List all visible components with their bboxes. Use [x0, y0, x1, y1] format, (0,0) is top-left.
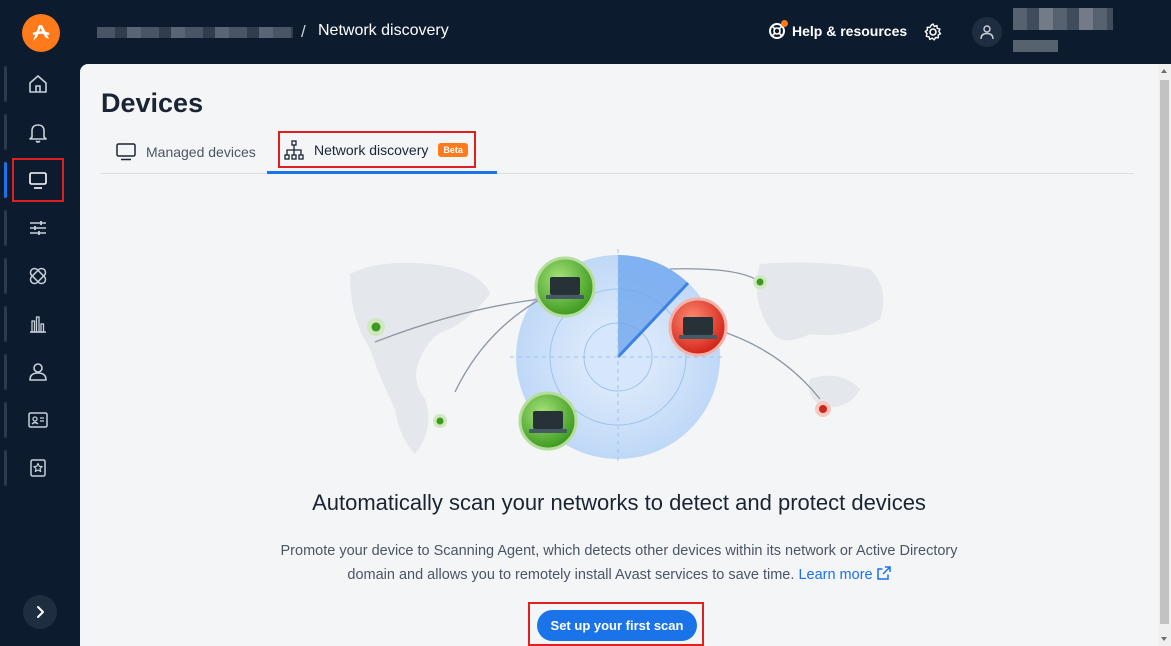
sidebar-item-notifications[interactable]: [4, 112, 62, 152]
home-icon: [29, 75, 47, 93]
description: Promote your device to Scanning Agent, w…: [275, 539, 963, 587]
chevron-right-icon: [37, 606, 44, 618]
tab-label: Network discovery: [314, 141, 429, 158]
tab-label: Managed devices: [146, 144, 256, 160]
sidebar-item-users[interactable]: [4, 352, 62, 392]
monitor-icon: [116, 143, 136, 161]
sidebar-item-whats-new[interactable]: [4, 448, 62, 488]
device-alert: [668, 297, 728, 357]
breadcrumb-current: Network discovery: [318, 22, 449, 39]
sidebar-item-patches[interactable]: [4, 256, 62, 296]
avast-logo[interactable]: [22, 14, 60, 52]
tab-bar: Managed devices Network discovery Beta: [100, 130, 1134, 174]
badge-star-icon: [30, 459, 46, 477]
active-tab-indicator: [267, 171, 497, 174]
scrollbar[interactable]: [1158, 64, 1171, 646]
network-tree-icon: [284, 139, 304, 160]
scroll-up-arrow-icon[interactable]: [1161, 69, 1167, 73]
monitor-icon: [29, 172, 47, 189]
user-icon: [29, 363, 47, 381]
breadcrumb-separator: /: [301, 22, 306, 41]
sidebar-item-subscriptions[interactable]: [4, 400, 62, 440]
cta-highlight: Set up your first scan: [528, 602, 704, 646]
notification-dot: [781, 20, 788, 27]
external-link-icon: [876, 566, 891, 580]
bar-chart-icon: [30, 316, 46, 333]
sidebar-item-reports[interactable]: [4, 304, 62, 344]
user-avatar[interactable]: [972, 17, 1002, 47]
main-content: Devices Managed devices Network discover…: [80, 64, 1158, 646]
top-bar: / Network discovery Help & resources: [0, 0, 1171, 64]
gear-icon[interactable]: [923, 22, 943, 47]
id-card-icon: [28, 412, 48, 428]
help-label: Help & resources: [792, 23, 908, 39]
learn-more-link[interactable]: Learn more: [798, 566, 891, 583]
lifebuoy-icon: [768, 20, 788, 40]
sidebar-item-devices[interactable]: [4, 158, 64, 202]
bandage-icon: [29, 267, 47, 285]
help-resources-button[interactable]: Help & resources: [768, 20, 908, 40]
page-title: Devices: [101, 88, 204, 118]
tab-managed-devices[interactable]: Managed devices: [116, 130, 256, 174]
user-name-blurred[interactable]: [1013, 8, 1113, 30]
tab-network-discovery[interactable]: Network discovery Beta: [278, 131, 476, 168]
sidebar: [0, 64, 80, 646]
breadcrumb-blurred-parent[interactable]: [97, 27, 293, 38]
network-scan-illustration: [350, 249, 884, 465]
set-up-first-scan-button[interactable]: Set up your first scan: [537, 610, 697, 641]
device-ok-1: [534, 256, 596, 318]
device-ok-2: [518, 391, 578, 451]
learn-more-label: Learn more: [798, 567, 873, 583]
sidebar-item-policies[interactable]: [4, 208, 62, 248]
beta-badge: Beta: [438, 142, 468, 157]
expand-sidebar-button[interactable]: [23, 595, 57, 629]
scrollbar-thumb[interactable]: [1160, 80, 1169, 624]
sidebar-item-home[interactable]: [4, 64, 62, 104]
sliders-icon: [30, 221, 46, 235]
bell-icon: [29, 124, 47, 143]
user-org-blurred[interactable]: [1013, 40, 1058, 52]
user-icon: [980, 25, 994, 40]
headline: Automatically scan your networks to dete…: [312, 490, 926, 515]
scroll-down-arrow-icon[interactable]: [1161, 637, 1167, 641]
